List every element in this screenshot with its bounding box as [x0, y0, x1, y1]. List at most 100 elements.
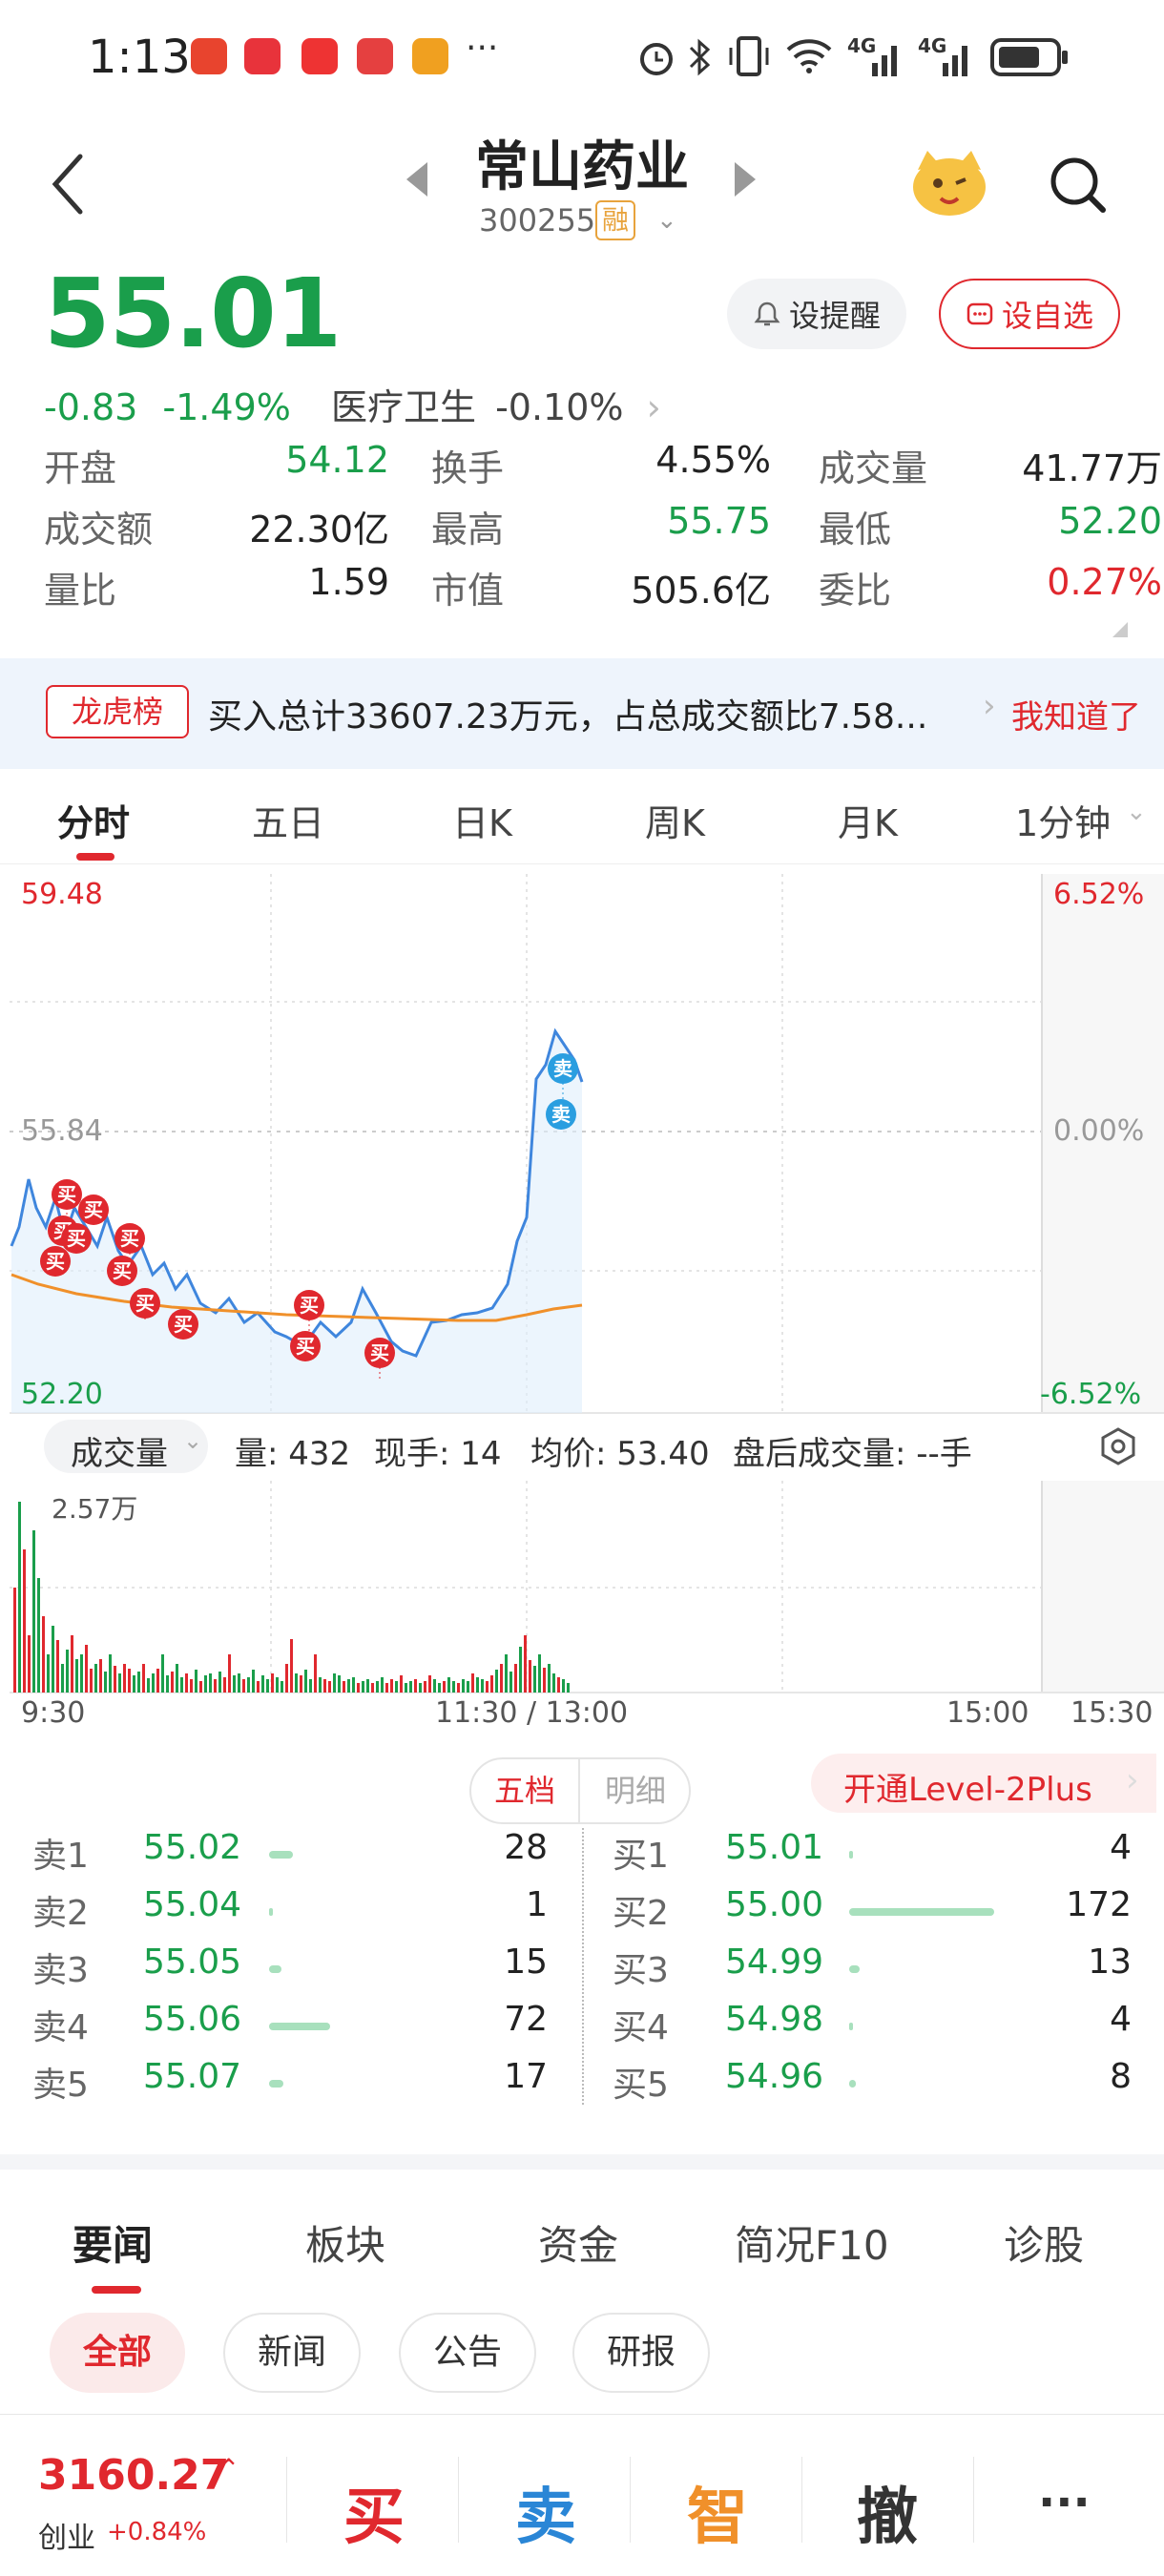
volume-bar — [552, 1673, 555, 1693]
intraday-chart[interactable]: 买 买 买 买 买 买 买 买 买 买 买 买 卖 卖 59.48 55.84 … — [0, 864, 1164, 1456]
volume-bar — [362, 1681, 364, 1693]
sector-name[interactable]: 医疗卫生 — [331, 386, 476, 428]
volume-bar — [304, 1670, 307, 1693]
stat-value: 52.20 — [1058, 500, 1162, 542]
tab-headlines[interactable]: 要闻 — [73, 2213, 153, 2272]
stock-header: 常山药业 300255 融 ⌄ — [0, 114, 1164, 258]
chevron-down-icon[interactable]: ⌄ — [656, 206, 677, 235]
stats-row-3: 量比 1.59 市值 505.6亿 委比 0.27% — [44, 561, 1162, 622]
ask-level-label: 卖2 — [32, 1894, 89, 1933]
next-stock-icon[interactable] — [735, 162, 756, 197]
volume-bar — [94, 1664, 97, 1693]
volume-bar — [104, 1672, 107, 1693]
volume-value: 量: 432 — [235, 1435, 351, 1473]
volume-bar — [357, 1683, 360, 1693]
volume-bar — [319, 1677, 322, 1693]
stock-code: 300255 — [479, 202, 596, 239]
tab-five-levels[interactable]: 五档 — [471, 1759, 580, 1822]
volume-bar — [381, 1677, 384, 1693]
sell-marker: 卖 — [546, 1099, 576, 1130]
volume-bar — [228, 1654, 231, 1693]
sell-button[interactable]: 卖 — [515, 2468, 576, 2556]
tab-one-minute[interactable]: 1分钟 — [1015, 794, 1111, 846]
volume-bar — [548, 1664, 551, 1693]
bid-price[interactable]: 54.98 — [725, 2000, 823, 2039]
chevron-right-icon[interactable]: › — [647, 386, 661, 428]
chevron-down-icon[interactable]: ⌄ — [183, 1427, 202, 1454]
cancel-order-button[interactable]: 撤 — [857, 2468, 918, 2556]
tab-daily-k[interactable]: 日K — [452, 794, 512, 846]
volume-bar — [238, 1673, 240, 1693]
set-alert-label: 设提醒 — [788, 298, 881, 334]
price-change-pct: -1.49% — [162, 386, 291, 428]
volume-bar — [428, 1675, 431, 1693]
ask-volume-bar — [269, 2023, 330, 2030]
chip-research[interactable]: 研报 — [572, 2313, 710, 2393]
bluetooth-icon — [689, 38, 711, 76]
chip-announcements[interactable]: 公告 — [399, 2313, 536, 2393]
add-watchlist-label: 设自选 — [1001, 298, 1093, 334]
dragon-tiger-banner[interactable]: 龙虎榜 买入总计33607.23万元，占总成交额比7.58... › 我知道了 — [0, 658, 1164, 769]
volume-bar — [71, 1635, 73, 1693]
tab-intraday[interactable]: 分时 — [57, 794, 130, 846]
buy-button[interactable]: 买 — [343, 2468, 405, 2556]
stat-value: 41.77万 — [1022, 447, 1162, 489]
ask-volume: 17 — [504, 2057, 548, 2096]
volume-bar — [314, 1654, 317, 1693]
bid-volume: 4 — [1110, 2000, 1132, 2039]
chevron-down-icon[interactable]: ⌄ — [1126, 798, 1147, 826]
smart-trade-button[interactable]: 智 — [687, 2468, 748, 2556]
bid-price[interactable]: 55.00 — [725, 1885, 823, 1924]
bid-price[interactable]: 54.96 — [725, 2057, 823, 2096]
volume-chart[interactable]: 2.57万 — [0, 1481, 1164, 1700]
stat-value: 505.6亿 — [631, 570, 771, 612]
ask-volume-bar — [269, 2080, 283, 2088]
level2-promo[interactable]: 开通Level-2Plus › — [811, 1754, 1156, 1813]
volume-bar — [90, 1669, 93, 1693]
tab-five-day[interactable]: 五日 — [252, 794, 324, 846]
tab-weekly-k[interactable]: 周K — [645, 794, 705, 846]
bid-volume: 4 — [1110, 1828, 1132, 1867]
more-icon[interactable]: ··· — [1038, 2476, 1091, 2529]
bid-price[interactable]: 54.99 — [725, 1942, 823, 1982]
bid-level-label: 买1 — [613, 1837, 669, 1876]
volume-bar — [438, 1683, 441, 1693]
index-value[interactable]: 3160.27 — [38, 2451, 229, 2500]
volume-bar — [352, 1677, 355, 1693]
chip-news[interactable]: 新闻 — [223, 2313, 361, 2393]
dismiss-banner-button[interactable]: 我知道了 — [1011, 691, 1141, 737]
stat-label: 市值 — [431, 570, 505, 612]
volume-selector-label[interactable]: 成交量 — [71, 1427, 168, 1474]
search-icon[interactable] — [1046, 153, 1109, 216]
tab-diagnosis[interactable]: 诊股 — [1004, 2213, 1084, 2272]
tab-capital[interactable]: 资金 — [538, 2213, 618, 2272]
ask-price[interactable]: 55.07 — [143, 2057, 241, 2096]
volume-bar — [538, 1654, 541, 1693]
ask-price[interactable]: 55.02 — [143, 1828, 241, 1867]
chip-all[interactable]: 全部 — [50, 2313, 185, 2393]
pct-axis-min: -6.52% — [1040, 1378, 1142, 1411]
settings-icon[interactable] — [1097, 1425, 1139, 1467]
stat-label: 开盘 — [44, 447, 117, 489]
tab-sector[interactable]: 板块 — [305, 2213, 385, 2272]
volume-bar — [295, 1673, 298, 1693]
mascot-icon[interactable] — [906, 143, 992, 219]
ask-price[interactable]: 55.04 — [143, 1885, 241, 1924]
volume-bar — [419, 1683, 422, 1693]
svg-text:买: 买 — [67, 1227, 86, 1250]
tab-details[interactable]: 明细 — [582, 1759, 689, 1822]
volume-bar — [266, 1679, 269, 1693]
index-name[interactable]: 创业 — [38, 2514, 95, 2556]
volume-max-label: 2.57万 — [52, 1493, 138, 1525]
expand-corner-icon[interactable] — [1111, 620, 1130, 639]
tab-monthly-k[interactable]: 月K — [838, 794, 898, 846]
bid-price[interactable]: 55.01 — [725, 1828, 823, 1867]
ask-price[interactable]: 55.05 — [143, 1942, 241, 1982]
sector-change[interactable]: -0.10% — [495, 386, 623, 428]
volume-bar — [533, 1666, 536, 1693]
level2-label[interactable]: 开通Level-2Plus — [843, 1763, 1092, 1810]
add-watchlist-button[interactable]: 设自选 — [939, 279, 1120, 349]
ask-price[interactable]: 55.06 — [143, 2000, 241, 2039]
tab-profile-f10[interactable]: 简况F10 — [735, 2213, 889, 2272]
set-alert-button[interactable]: 设提醒 — [727, 279, 906, 349]
